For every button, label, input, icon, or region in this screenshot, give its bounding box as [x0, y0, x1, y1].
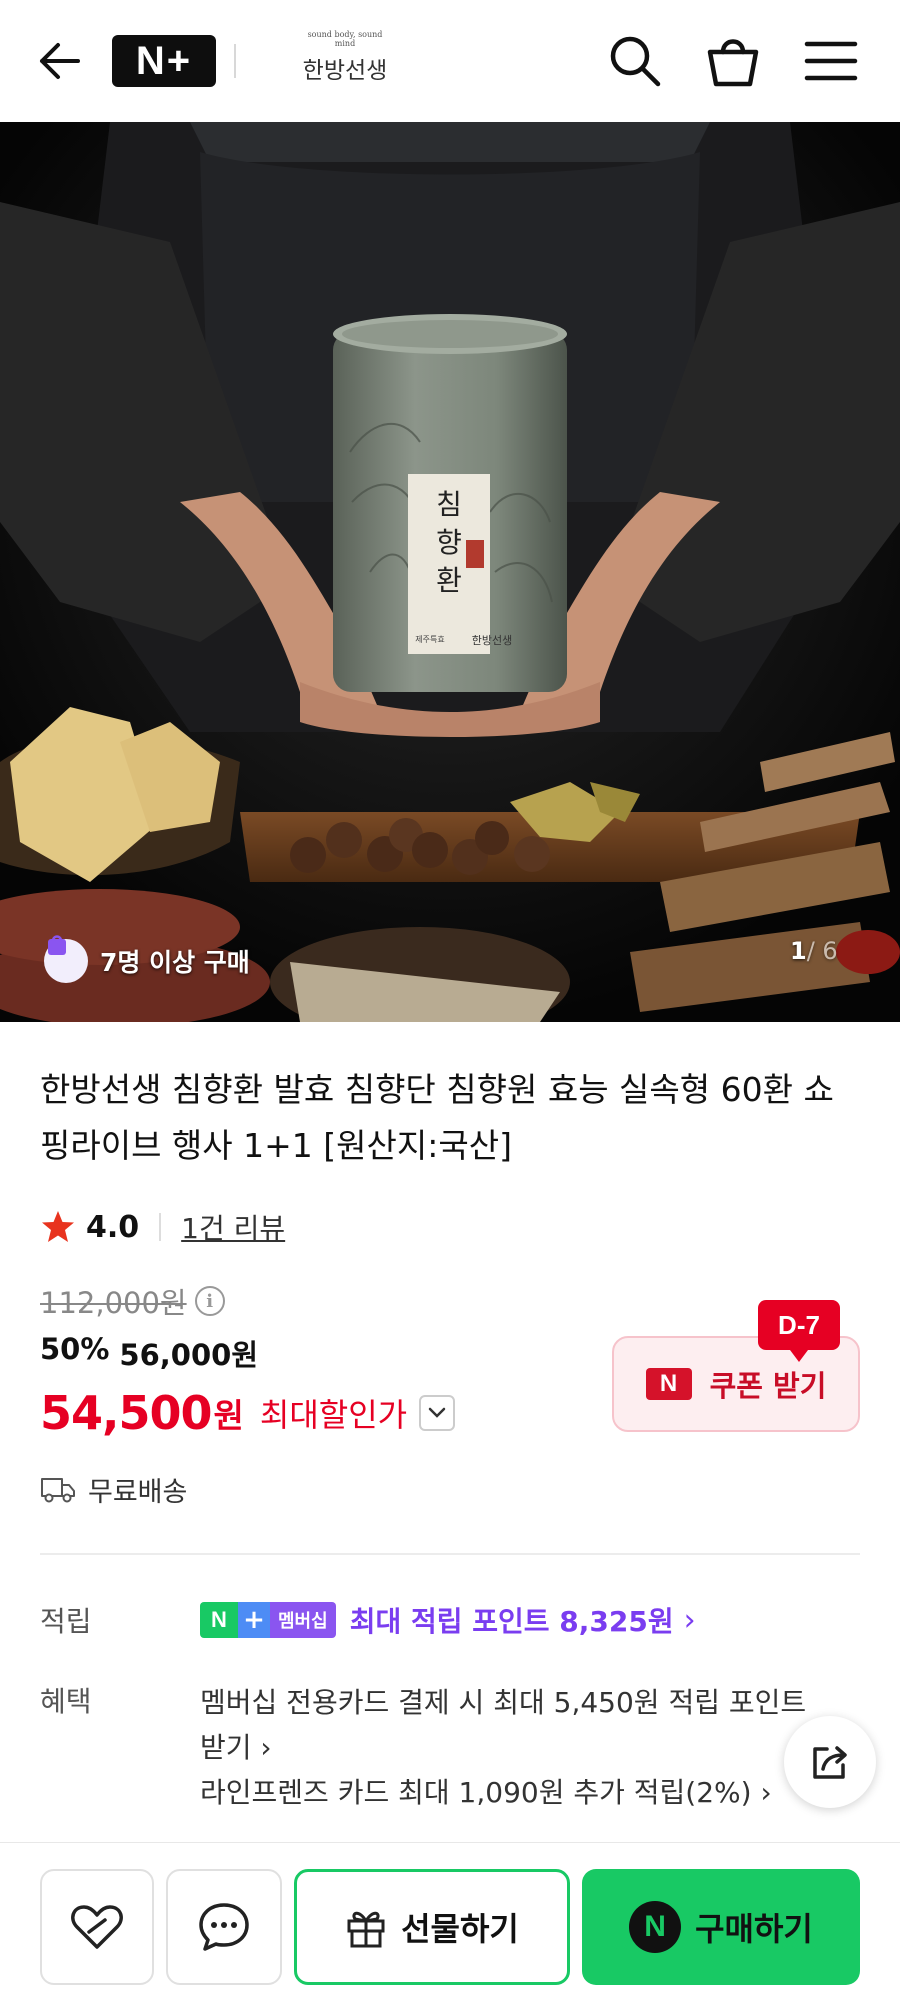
shopping-bag-icon [44, 935, 88, 983]
star-icon [42, 1211, 74, 1242]
coupon-label: 쿠폰 받기 [709, 1369, 827, 1403]
gift-label: 선물하기 [401, 1910, 519, 1948]
points-label: 적립 [40, 1605, 92, 1638]
chat-button[interactable] [166, 1869, 282, 1985]
can-seal [466, 540, 484, 568]
purchase-count-badge: 7명 이상 구매 [44, 932, 264, 990]
share-button[interactable] [784, 1716, 876, 1808]
naver-n-logo: N [645, 1368, 692, 1400]
rating-row: 4.0 1건 리뷰 [40, 1203, 285, 1251]
shipping-row: 무료배송 [40, 1469, 187, 1509]
wishlist-button[interactable] [40, 1869, 154, 1985]
benefit-card-line-1[interactable]: 멤버십 전용카드 결제 시 최대 5,450원 적립 포인트 [200, 1680, 840, 1725]
nplus-logo[interactable]: N+ [112, 35, 216, 87]
heart-icon [71, 1905, 123, 1949]
discount-percent: 50% [40, 1332, 110, 1366]
share-icon [813, 1746, 847, 1779]
hamburger-menu-icon[interactable] [804, 36, 858, 86]
review-count-link[interactable]: 1건 리뷰 [181, 1207, 285, 1247]
image-page-counter: 1/ 6 [790, 937, 838, 965]
rating-divider [159, 1213, 162, 1241]
sale-price: 56,000원 [119, 1338, 259, 1372]
sale-price-row: 50% 56,000원 [40, 1332, 258, 1374]
can-brand-text: 한방선생 [472, 634, 512, 647]
brand-tagline: sound body, sound mind [307, 30, 383, 48]
purchase-count-text: 7명 이상 구매 [100, 948, 250, 977]
nplus-membership-badge: N + 멤버십 [200, 1602, 336, 1638]
section-divider [40, 1553, 860, 1555]
coupon-button[interactable]: N 쿠폰 받기 [612, 1336, 860, 1432]
rating-score: 4.0 [86, 1209, 140, 1245]
benefit-card-line-3[interactable]: 라인프렌즈 카드 최대 1,090원 추가 적립(2%) › [200, 1770, 840, 1815]
bottom-action-bar: 선물하기 N 구매하기 [0, 1842, 900, 2011]
product-title: 한방선생 침향환 발효 침향단 침향원 효능 실속형 60환 쇼핑라이브 행사 … [40, 1070, 834, 1165]
can-label-char-3: 환 [436, 564, 462, 597]
can-label-char-1: 침 [436, 488, 462, 521]
membership-badge-n: N [200, 1602, 238, 1638]
membership-badge-text: 멤버십 [270, 1602, 336, 1638]
counter-current: 1 [790, 937, 807, 965]
brand-name: 한방선생 [302, 58, 388, 84]
final-price-row[interactable]: 54,500 원 최대할인가 [40, 1383, 456, 1443]
final-price-unit: 원 [213, 1396, 244, 1435]
can-label-char-2: 향 [436, 526, 462, 559]
can-small-text: 제주특효 [415, 635, 444, 644]
gift-icon [347, 1911, 385, 1948]
info-icon[interactable]: i [194, 1286, 225, 1316]
truck-icon [41, 1478, 75, 1503]
chat-bubble-icon [199, 1903, 249, 1951]
product-photo: 침 향 환 제주특효 한방선생 [0, 122, 900, 1022]
chevron-down-icon[interactable] [419, 1395, 456, 1431]
benefit-card-line-2[interactable]: 받기 › [200, 1725, 840, 1770]
gift-button[interactable]: 선물하기 [294, 1869, 570, 1985]
benefit-lines: 멤버십 전용카드 결제 시 최대 5,450원 적립 포인트 받기 › 라인프렌… [200, 1680, 840, 1815]
shipping-label: 무료배송 [88, 1476, 188, 1508]
chevron-right-icon: › [683, 1602, 696, 1638]
naver-pay-n-icon: N [629, 1901, 682, 1953]
brand-logo[interactable]: sound body, sound mind 한방선생 [300, 30, 390, 90]
header-divider [234, 44, 236, 78]
final-price-amount: 54,500 [40, 1386, 213, 1440]
top-header: N+ sound body, sound mind 한방선생 [0, 0, 900, 122]
buy-label: 구매하기 [695, 1910, 813, 1948]
membership-badge-plus: + [238, 1602, 270, 1638]
coupon-dday-badge: D-7 [758, 1300, 840, 1362]
arrow-left-icon[interactable] [34, 36, 84, 86]
benefits-label: 혜택 [40, 1685, 92, 1718]
buy-button[interactable]: N 구매하기 [582, 1869, 860, 1985]
original-price-row: 112,000원 i [40, 1280, 225, 1322]
search-icon[interactable] [608, 34, 662, 88]
max-discount-label: 최대할인가 [259, 1396, 408, 1434]
points-row[interactable]: 적립 N + 멤버십 최대 적립 포인트 8,325원 › [40, 1596, 860, 1644]
max-points-text: 최대 적립 포인트 8,325원 [349, 1605, 674, 1638]
counter-total: / 6 [806, 937, 838, 965]
original-price: 112,000원 [40, 1286, 187, 1320]
shopping-bag-icon[interactable] [706, 32, 760, 88]
product-image-carousel[interactable]: 침 향 환 제주특효 한방선생 7명 이상 구매 1/ 6 [0, 122, 900, 1022]
